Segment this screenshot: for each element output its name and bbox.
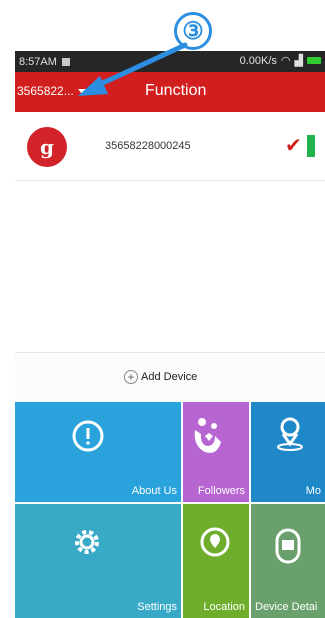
info-icon <box>72 420 104 452</box>
status-time: 8:57AM <box>19 55 57 68</box>
tile-label: Location <box>203 601 245 613</box>
add-icon: + <box>124 370 138 384</box>
device-list-item[interactable]: g 35658228000245 ✔ <box>15 120 325 181</box>
tile-location[interactable]: Location <box>183 504 249 618</box>
tile-settings[interactable]: Settings <box>15 504 181 618</box>
tile-label: About Us <box>131 485 177 497</box>
annotation-arrow-icon <box>78 42 188 96</box>
tile-followers[interactable]: Followers <box>183 402 249 502</box>
add-device-button[interactable]: + Add Device <box>15 352 325 401</box>
battery-level-icon <box>307 135 315 157</box>
tile-label: Settings <box>137 601 177 613</box>
tile-label: Device Detai <box>255 601 318 613</box>
tile-label: Followers <box>197 485 245 497</box>
family-icon <box>194 418 221 453</box>
net-speed: 0.00K/s <box>239 54 277 67</box>
watch-icon <box>275 528 301 564</box>
tile-label: Mo <box>305 485 321 497</box>
tile-mo[interactable]: Mo <box>251 402 325 502</box>
device-imei: 35658228000245 <box>105 140 191 152</box>
device-selector-label: 3565822... <box>17 84 74 98</box>
tile-device-details[interactable]: Device Detai <box>251 504 325 618</box>
check-icon: ✔ <box>285 135 302 157</box>
battery-icon <box>307 57 321 64</box>
tile-about-us[interactable]: About Us <box>15 402 181 502</box>
notification-icon <box>61 57 70 66</box>
wifi-icon: ◠ <box>280 55 291 67</box>
location-icon <box>200 527 230 557</box>
brand-logo-icon: g <box>27 127 67 167</box>
gear-icon <box>75 530 99 554</box>
location-pin-icon <box>277 417 303 451</box>
add-device-label: Add Device <box>141 371 198 383</box>
signal-icon: ▟ <box>294 55 303 67</box>
